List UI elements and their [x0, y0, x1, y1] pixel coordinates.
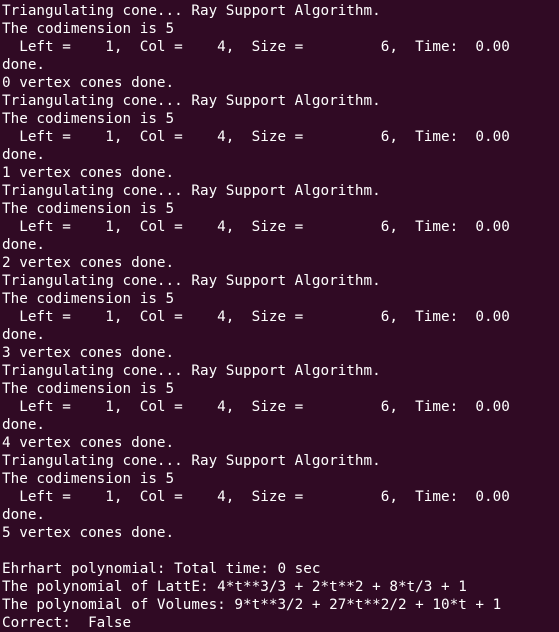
terminal-line: The polynomial of Volumes: 9*t**3/2 + 27…: [2, 597, 502, 613]
terminal-window[interactable]: Triangulating cone... Ray Support Algori…: [0, 0, 559, 632]
terminal-line: Triangulating cone... Ray Support Algori…: [2, 273, 381, 289]
terminal-line: The codimension is 5: [2, 111, 175, 127]
terminal-line: Triangulating cone... Ray Support Algori…: [2, 3, 381, 19]
terminal-line: Triangulating cone... Ray Support Algori…: [2, 183, 381, 199]
terminal-line: done.: [2, 417, 46, 433]
terminal-line: The polynomial of LattE: 4*t**3/3 + 2*t*…: [2, 579, 467, 595]
terminal-line: The codimension is 5: [2, 21, 175, 37]
terminal-line: Ehrhart polynomial: Total time: 0 sec: [2, 561, 321, 577]
terminal-line: The codimension is 5: [2, 201, 175, 217]
terminal-line: Left = 1, Col = 4, Size = 6, Time: 0.00: [2, 39, 510, 55]
terminal-line: Left = 1, Col = 4, Size = 6, Time: 0.00: [2, 129, 510, 145]
terminal-line: Correct: False: [2, 615, 132, 631]
terminal-line: done.: [2, 147, 46, 163]
terminal-line: done.: [2, 57, 46, 73]
terminal-line: Triangulating cone... Ray Support Algori…: [2, 93, 381, 109]
terminal-line: 4 vertex cones done.: [2, 435, 175, 451]
terminal-line: 5 vertex cones done.: [2, 525, 175, 541]
terminal-line: 1 vertex cones done.: [2, 165, 175, 181]
terminal-line: 0 vertex cones done.: [2, 75, 175, 91]
terminal-line: Triangulating cone... Ray Support Algori…: [2, 453, 381, 469]
terminal-line: Left = 1, Col = 4, Size = 6, Time: 0.00: [2, 489, 510, 505]
terminal-line: 3 vertex cones done.: [2, 345, 175, 361]
terminal-line: The codimension is 5: [2, 381, 175, 397]
terminal-line: done.: [2, 237, 46, 253]
terminal-line: done.: [2, 327, 46, 343]
terminal-line: The codimension is 5: [2, 291, 175, 307]
terminal-line: 2 vertex cones done.: [2, 255, 175, 271]
terminal-line: Left = 1, Col = 4, Size = 6, Time: 0.00: [2, 399, 510, 415]
terminal-line: Left = 1, Col = 4, Size = 6, Time: 0.00: [2, 309, 510, 325]
terminal-line: Left = 1, Col = 4, Size = 6, Time: 0.00: [2, 219, 510, 235]
terminal-line: Triangulating cone... Ray Support Algori…: [2, 363, 381, 379]
terminal-line: done.: [2, 507, 46, 523]
terminal-line: The codimension is 5: [2, 471, 175, 487]
